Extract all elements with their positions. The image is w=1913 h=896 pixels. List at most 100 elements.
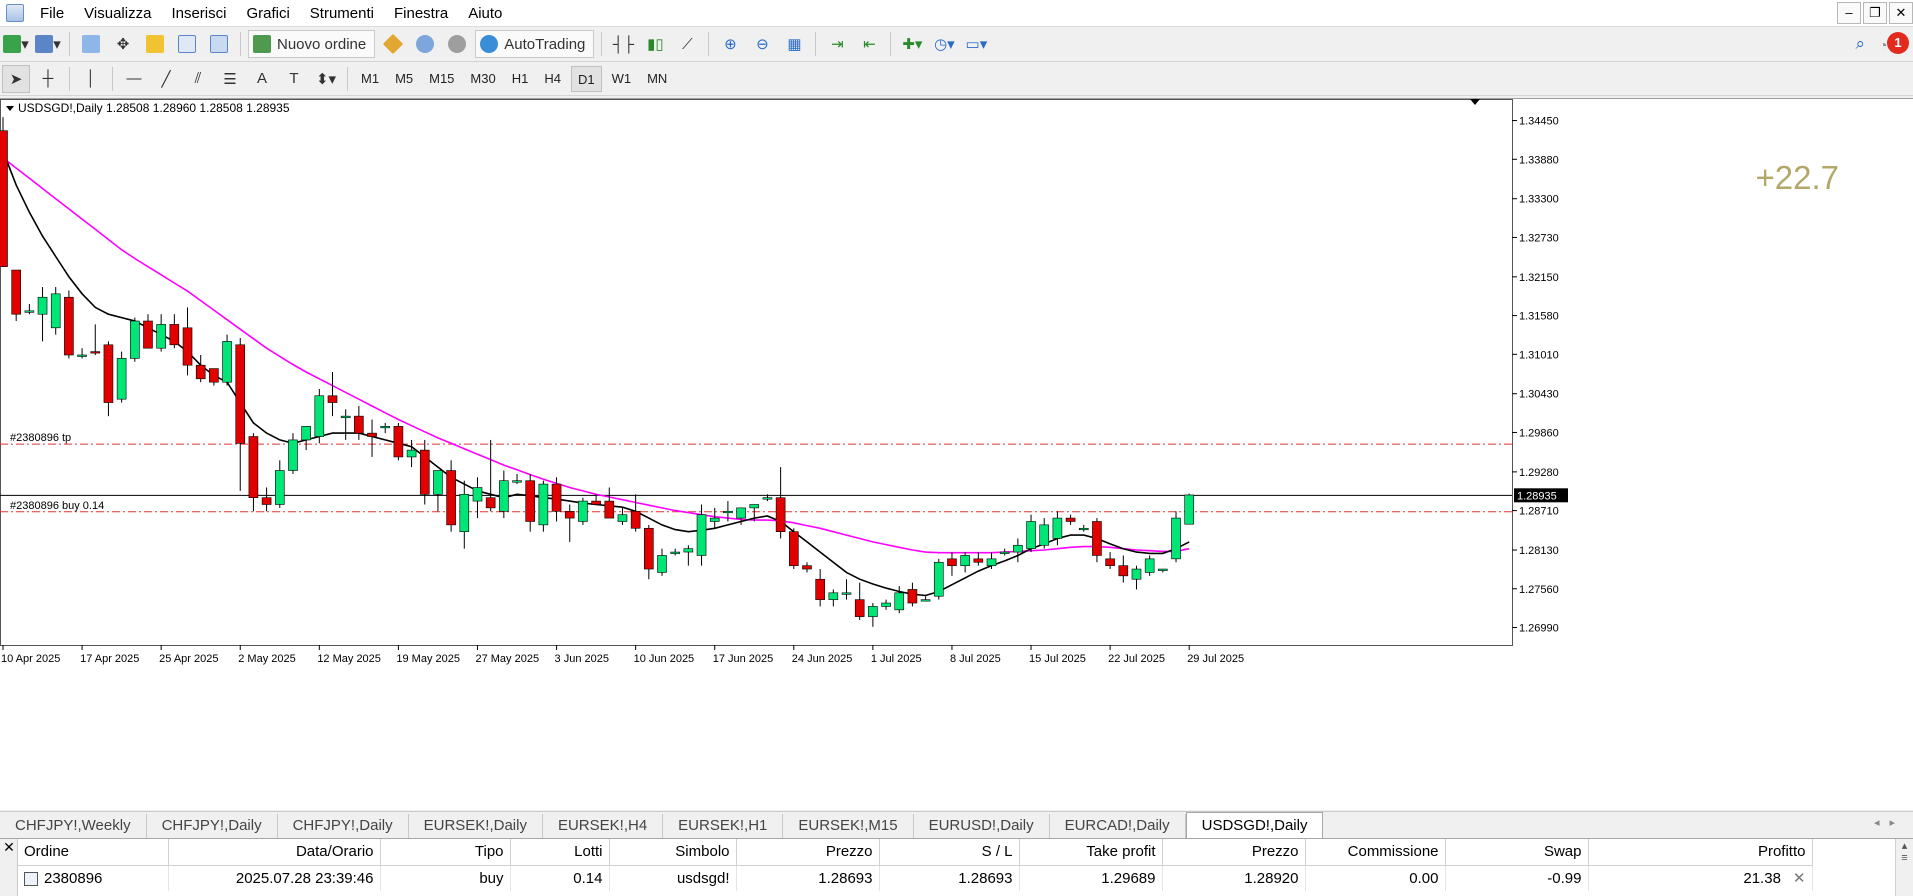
y-tick-label: 1.28710 xyxy=(1519,506,1559,518)
autotrading-button[interactable]: AutoTrading xyxy=(475,30,595,58)
close-icon[interactable]: ✕ xyxy=(1889,2,1913,24)
chart-tab[interactable]: EURSEK!,Daily xyxy=(408,814,543,838)
bear-candle xyxy=(644,527,654,570)
new-order-button[interactable]: Nuovo ordine xyxy=(248,30,376,58)
equidistant-channel-icon[interactable]: ⫽ xyxy=(184,65,212,93)
menu-help[interactable]: Aiuto xyxy=(458,0,512,27)
chart-tab[interactable]: EURSEK!,M15 xyxy=(783,814,914,838)
chart-tab[interactable]: CHFJPY!,Daily xyxy=(277,814,409,838)
bull-candle xyxy=(340,415,351,418)
crosshair-move-icon[interactable]: ✥ xyxy=(109,30,137,58)
navigator-icon[interactable] xyxy=(141,30,169,58)
chart-shift-icon[interactable]: ⇤ xyxy=(855,30,883,58)
arrows-icon[interactable]: ⬍▾ xyxy=(312,65,340,93)
templates-icon[interactable]: ▭▾ xyxy=(962,30,990,58)
col-swap[interactable]: Swap xyxy=(1445,839,1589,866)
indicators-icon[interactable]: ✚▾ xyxy=(898,30,926,58)
search-icon[interactable]: ⌕ xyxy=(1855,34,1865,54)
col-datetime[interactable]: Data/Orario xyxy=(168,839,381,866)
menu-charts[interactable]: Grafici xyxy=(236,0,299,27)
vertical-line-icon[interactable]: │ xyxy=(77,65,105,93)
trendline-icon[interactable]: ╱ xyxy=(152,65,180,93)
chart-tab[interactable]: EURSEK!,H4 xyxy=(542,814,664,838)
crosshair-icon[interactable]: ┼ xyxy=(34,65,62,93)
bull-candle xyxy=(617,514,628,522)
menu-file[interactable]: File xyxy=(30,0,74,27)
timeframe-m1[interactable]: M1 xyxy=(355,66,385,92)
metaeditor-icon[interactable] xyxy=(379,30,407,58)
col-commission[interactable]: Commissione xyxy=(1305,839,1446,866)
horizontal-line-icon[interactable]: — xyxy=(120,65,148,93)
text-label-icon[interactable]: T xyxy=(280,65,308,93)
restore-icon[interactable]: ❐ xyxy=(1863,2,1887,24)
strategy-tester-icon[interactable] xyxy=(205,30,233,58)
bar-chart-icon[interactable]: ┤├ xyxy=(609,30,637,58)
auto-scroll-icon[interactable]: ⇥ xyxy=(823,30,851,58)
price-chart[interactable]: #2380896 tp #2380896 buy 0.14 1.34450 1.338… xyxy=(0,99,1913,811)
timeframe-m15[interactable]: M15 xyxy=(423,66,460,92)
timeframe-mn[interactable]: MN xyxy=(641,66,673,92)
menu-insert[interactable]: Inserisci xyxy=(161,0,236,27)
line-chart-icon[interactable]: ⟋ xyxy=(673,30,701,58)
notification-icon[interactable]: ◔ 1 xyxy=(1879,32,1909,55)
bear-candle xyxy=(1118,565,1129,577)
chart-tab[interactable]: EURSEK!,H1 xyxy=(663,814,784,838)
table-header-row: Ordine Data/Orario Tipo Lotti Simbolo Pr… xyxy=(18,839,1813,866)
col-sl[interactable]: S / L xyxy=(879,839,1020,866)
timeframe-h4[interactable]: H4 xyxy=(538,66,567,92)
timeframe-d1[interactable]: D1 xyxy=(570,65,602,92)
profit-value: 21.38 xyxy=(1743,870,1781,888)
terminal-icon[interactable] xyxy=(173,30,201,58)
col-profit[interactable]: Profitto xyxy=(1588,839,1813,866)
col-tp[interactable]: Take profit xyxy=(1019,839,1163,866)
col-type[interactable]: Tipo xyxy=(380,839,511,866)
new-chart-icon[interactable]: ▾ xyxy=(2,30,30,58)
col-current-price[interactable]: Prezzo xyxy=(1162,839,1306,866)
bull-candle xyxy=(130,320,140,359)
menu-tools[interactable]: Strumenti xyxy=(300,0,384,27)
collapse-arrow-icon[interactable] xyxy=(6,106,14,112)
table-row[interactable]: 2380896 2025.07.28 23:39:46 buy 0.14 usd… xyxy=(18,865,1813,891)
col-lots[interactable]: Lotti xyxy=(510,839,610,866)
chart-tab[interactable]: CHFJPY!,Weekly xyxy=(0,814,147,838)
chart-tab-active[interactable]: USDSGD!,Daily xyxy=(1185,812,1324,838)
chart-tab[interactable]: CHFJPY!,Daily xyxy=(146,814,278,838)
minimize-icon[interactable]: – xyxy=(1837,2,1861,24)
signals-icon[interactable] xyxy=(411,30,439,58)
chart-tab[interactable]: EURCAD!,Daily xyxy=(1049,814,1186,838)
bull-candle xyxy=(222,341,232,383)
timeframe-h1[interactable]: H1 xyxy=(506,66,535,92)
bear-candle xyxy=(591,500,601,505)
col-symbol[interactable]: Simbolo xyxy=(609,839,737,866)
profiles-icon[interactable]: ▾ xyxy=(34,30,62,58)
menu-view[interactable]: Visualizza xyxy=(74,0,161,27)
cursor-icon[interactable]: ➤ xyxy=(2,64,30,93)
candlestick-chart-icon[interactable]: ▮▯ xyxy=(641,30,669,58)
close-icon[interactable]: ✕ xyxy=(2,839,16,856)
periods-clock-icon[interactable]: ◷▾ xyxy=(930,30,958,58)
close-order-icon[interactable]: ✕ xyxy=(1793,870,1806,887)
fibonacci-icon[interactable]: ☰ xyxy=(216,65,244,93)
current-price-cell: 1.28920 xyxy=(1162,865,1306,891)
new-order-icon xyxy=(253,35,271,53)
chart-tab[interactable]: EURUSD!,Daily xyxy=(913,814,1050,838)
chart-symbol-info: USDSGD!,Daily 1.28508 1.28960 1.28508 1.… xyxy=(18,101,290,115)
timeframe-m5[interactable]: M5 xyxy=(389,66,419,92)
tile-windows-icon[interactable]: ▦ xyxy=(780,30,808,58)
col-order[interactable]: Ordine xyxy=(18,839,169,866)
market-watch-icon[interactable] xyxy=(77,30,105,58)
timeframe-m30[interactable]: M30 xyxy=(464,66,501,92)
chart-window[interactable]: #2380896 tp #2380896 buy 0.14 1.34450 1.338… xyxy=(0,98,1913,810)
terminal-scrollbar[interactable]: ▴ ≡ xyxy=(1895,839,1913,896)
menu-window[interactable]: Finestra xyxy=(384,0,458,27)
bull-candle xyxy=(960,555,970,566)
tab-scroll-arrows[interactable]: ◂▸ xyxy=(1874,816,1905,829)
col-price[interactable]: Prezzo xyxy=(736,839,880,866)
zoom-out-icon[interactable]: ⊖ xyxy=(748,30,776,58)
type-cell: buy xyxy=(380,865,511,891)
zoom-in-icon[interactable]: ⊕ xyxy=(716,30,744,58)
timeframe-w1[interactable]: W1 xyxy=(606,66,638,92)
bear-candle xyxy=(248,436,259,498)
market-icon[interactable] xyxy=(443,30,471,58)
text-icon[interactable]: A xyxy=(248,65,276,93)
